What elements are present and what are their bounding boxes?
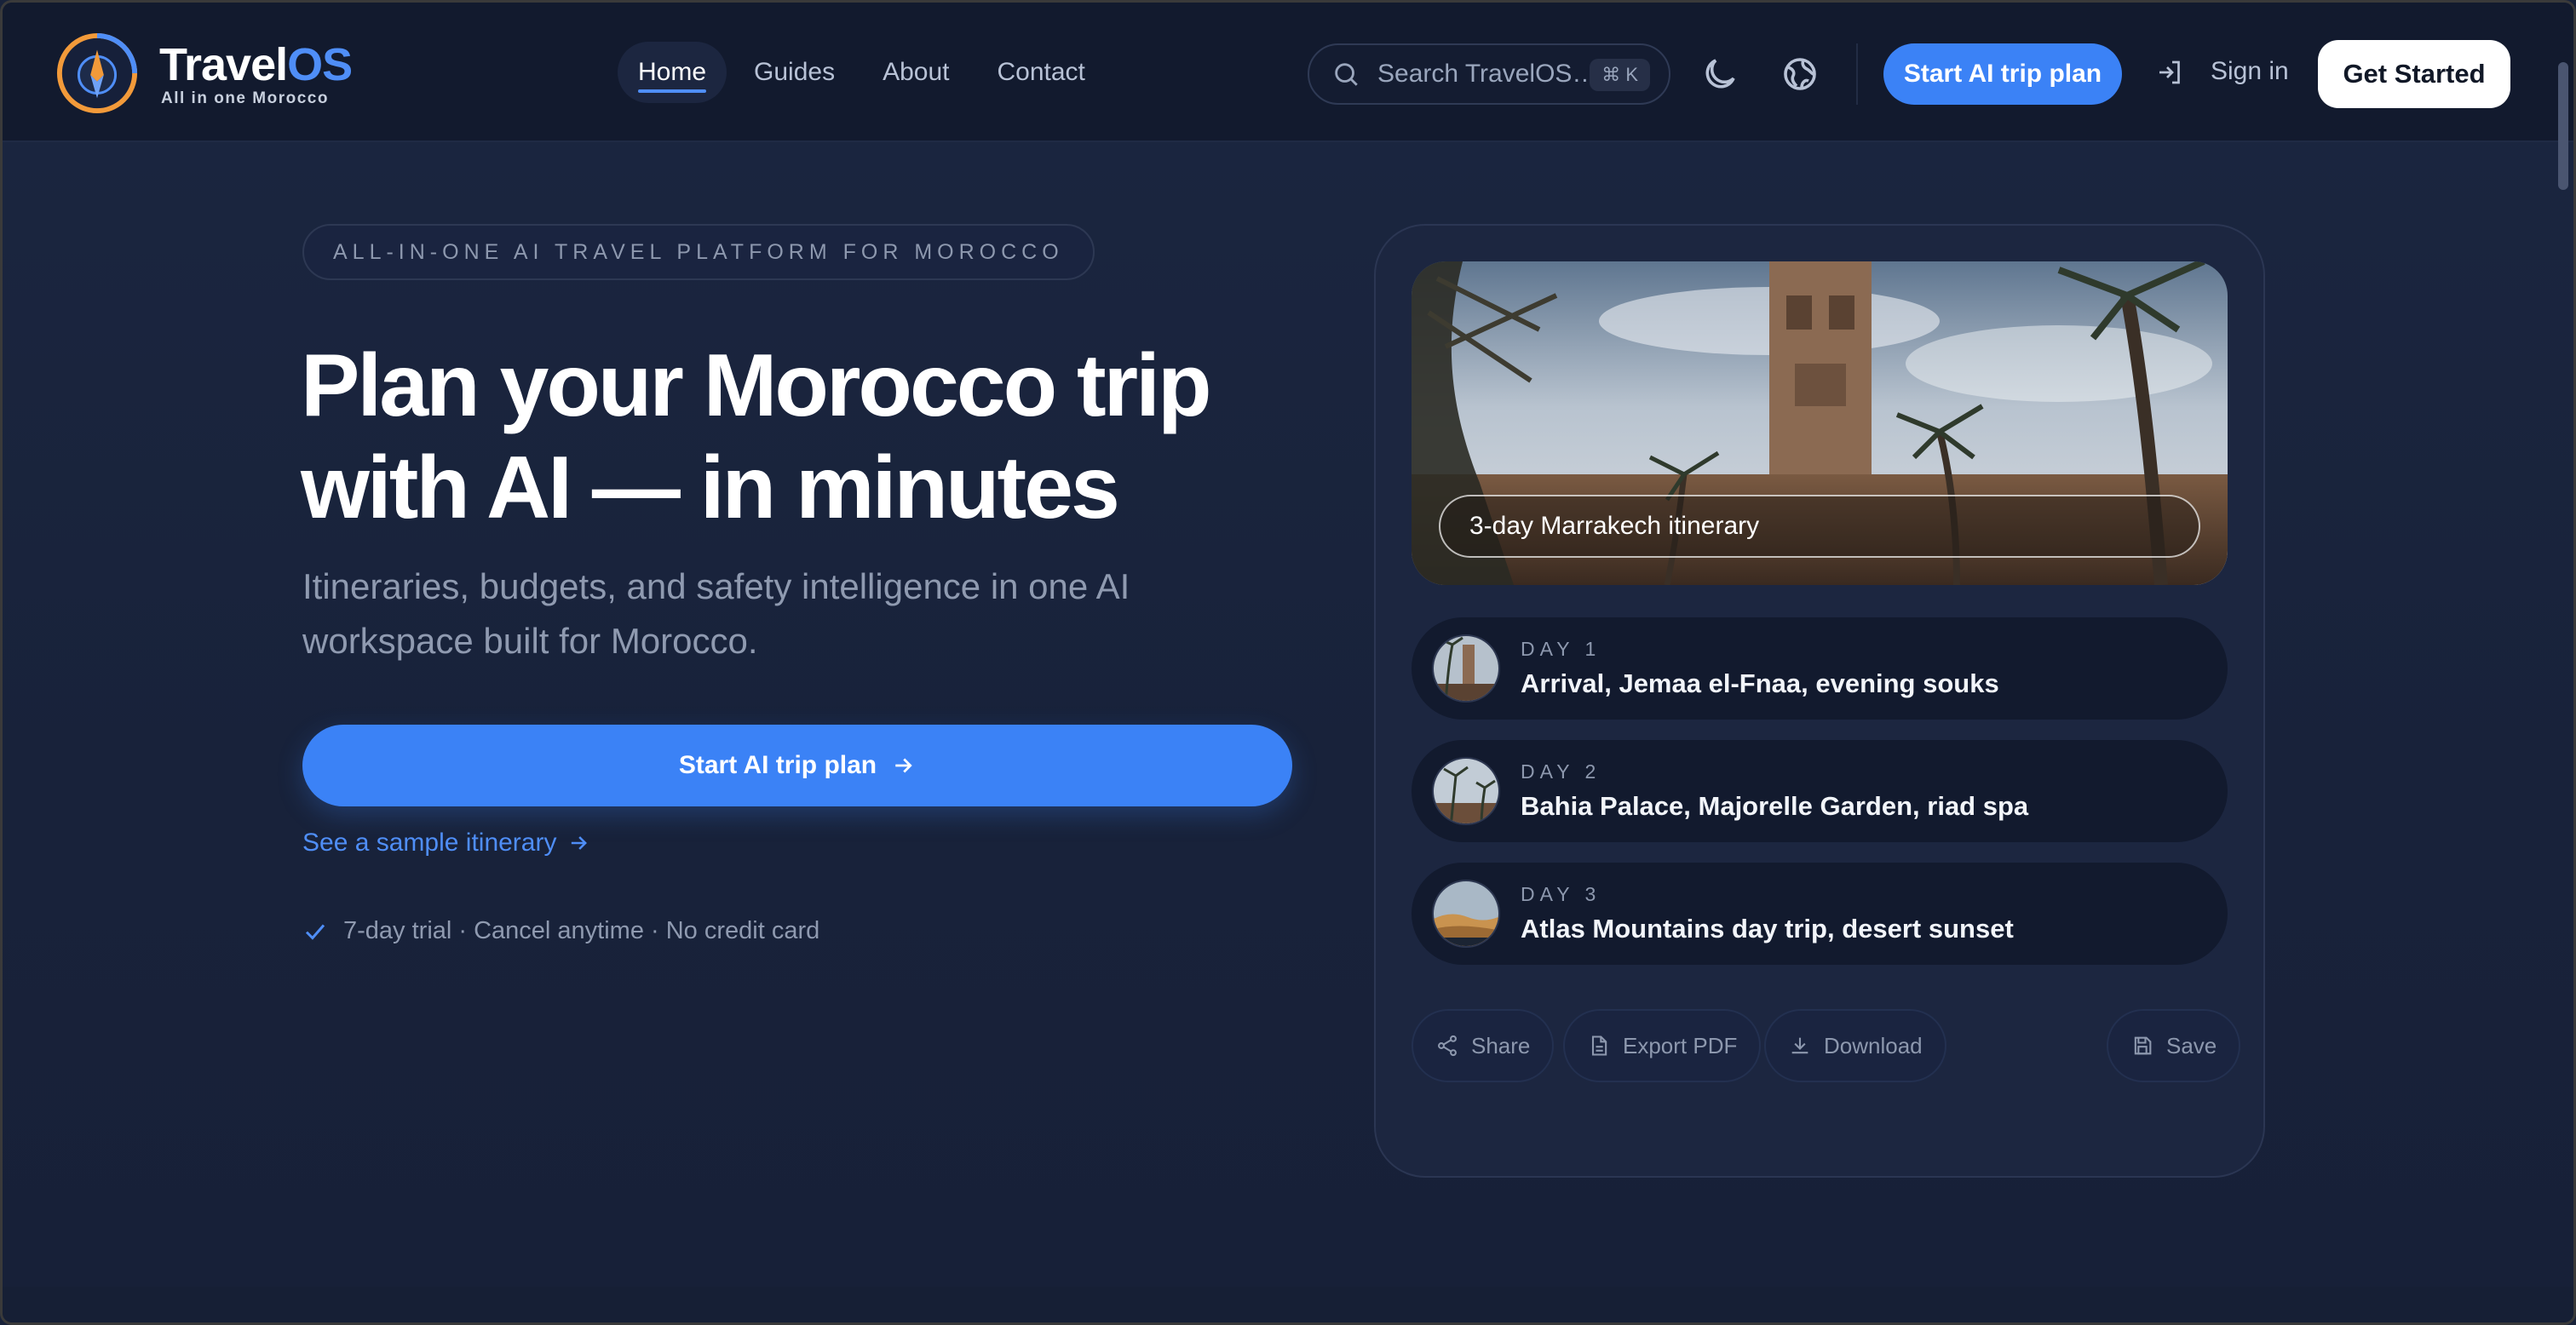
share-label: Share <box>1471 1032 1531 1058</box>
save-label: Save <box>2166 1032 2217 1058</box>
day-2-thumbnail <box>1432 757 1500 825</box>
day-1-thumbnail <box>1432 634 1500 703</box>
itinerary-day-1[interactable]: DAY 1 Arrival, Jemaa el-Fnaa, evening so… <box>1412 617 2228 720</box>
scrollbar-thumb[interactable] <box>2558 62 2568 190</box>
download-icon <box>1791 1037 1808 1054</box>
sign-in-link[interactable]: Sign in <box>2211 57 2289 86</box>
search-icon <box>1335 63 1358 86</box>
day-1-label: DAY 1 <box>1521 638 1601 660</box>
download-button[interactable]: Download <box>1764 1009 1946 1082</box>
moon-icon[interactable] <box>1699 54 1740 95</box>
trial-note-text: 7-day trial · Cancel anytime · No credit… <box>343 917 820 944</box>
itinerary-day-2[interactable]: DAY 2 Bahia Palace, Majorelle Garden, ri… <box>1412 740 2228 842</box>
share-button[interactable]: Share <box>1412 1009 1555 1082</box>
brand-name-accent: OS <box>287 39 353 90</box>
nav-link-home[interactable]: Home <box>618 42 727 103</box>
footer-strip <box>3 1287 2573 1322</box>
file-icon <box>1591 1035 1607 1056</box>
start-trip-plan-label: Start AI trip plan <box>678 751 877 779</box>
sample-itinerary-link[interactable]: See a sample itinerary <box>302 829 590 858</box>
app-window: TravelOS All in one Morocco Home Guides … <box>0 0 2576 1325</box>
nav-link-about[interactable]: About <box>862 42 969 103</box>
search-placeholder: Search TravelOS… <box>1377 60 1598 88</box>
sign-in-icon[interactable] <box>2154 57 2185 88</box>
hero-subtitle-line-2: workspace built for Morocco. <box>302 621 758 661</box>
get-started-button[interactable]: Get Started <box>2318 40 2510 108</box>
itinerary-card: 3-day Marrakech itinerary DAY 1 Arrival,… <box>1374 224 2265 1178</box>
globe-icon[interactable] <box>1780 54 1820 95</box>
day-1-title: Arrival, Jemaa el-Fnaa, evening souks <box>1521 668 1999 698</box>
export-pdf-label: Export PDF <box>1623 1032 1738 1058</box>
trial-note: 7-day trial · Cancel anytime · No credit… <box>302 917 819 945</box>
start-trip-plan-nav-button[interactable]: Start AI trip plan <box>1883 43 2122 105</box>
itinerary-day-3[interactable]: DAY 3 Atlas Mountains day trip, desert s… <box>1412 863 2228 965</box>
day-3-thumbnail <box>1432 880 1500 948</box>
sample-itinerary-label: See a sample itinerary <box>302 829 557 857</box>
share-icon <box>1438 1035 1457 1057</box>
hero-eyebrow-badge: ALL-IN-ONE AI TRAVEL PLATFORM FOR MOROCC… <box>302 224 1095 280</box>
arrow-right-icon <box>895 758 912 773</box>
hero-title-line-1: Plan your Morocco trip <box>301 336 1212 435</box>
itinerary-title: 3-day Marrakech itinerary <box>1439 495 2200 558</box>
start-trip-plan-button[interactable]: Start AI trip plan <box>302 725 1292 806</box>
brand-name[interactable]: TravelOS <box>159 38 353 91</box>
marrakech-photo: 3-day Marrakech itinerary <box>1412 261 2228 585</box>
main-nav: Home Guides About Contact <box>618 42 1106 103</box>
top-navbar: TravelOS All in one Morocco Home Guides … <box>3 3 2573 142</box>
check-icon <box>305 924 325 940</box>
day-2-label: DAY 2 <box>1521 760 1601 783</box>
hero-title: Plan your Morocco trip with AI — in minu… <box>301 335 1323 539</box>
day-3-title: Atlas Mountains day trip, desert sunset <box>1521 914 2014 944</box>
arrow-right-icon <box>572 836 588 850</box>
download-label: Download <box>1824 1032 1923 1058</box>
compass-logo-icon[interactable] <box>55 32 139 115</box>
brand-tagline: All in one Morocco <box>161 89 329 107</box>
nav-link-contact[interactable]: Contact <box>977 42 1106 103</box>
save-icon <box>2134 1036 2152 1055</box>
hero-subtitle: Itineraries, budgets, and safety intelli… <box>302 559 1239 668</box>
search-input[interactable]: Search TravelOS… ⌘ K <box>1308 43 1670 105</box>
hero-title-line-2: with AI — in minutes <box>301 439 1120 537</box>
hero-subtitle-line-1: Itineraries, budgets, and safety intelli… <box>302 566 1130 606</box>
nav-divider <box>1856 43 1858 105</box>
save-button[interactable]: Save <box>2107 1009 2241 1082</box>
day-2-title: Bahia Palace, Majorelle Garden, riad spa <box>1521 791 2029 821</box>
search-shortcut-badge: ⌘ K <box>1590 59 1650 91</box>
export-pdf-button[interactable]: Export PDF <box>1563 1009 1762 1082</box>
day-3-label: DAY 3 <box>1521 883 1601 905</box>
nav-link-guides[interactable]: Guides <box>733 42 855 103</box>
brand-name-main: Travel <box>159 39 288 90</box>
